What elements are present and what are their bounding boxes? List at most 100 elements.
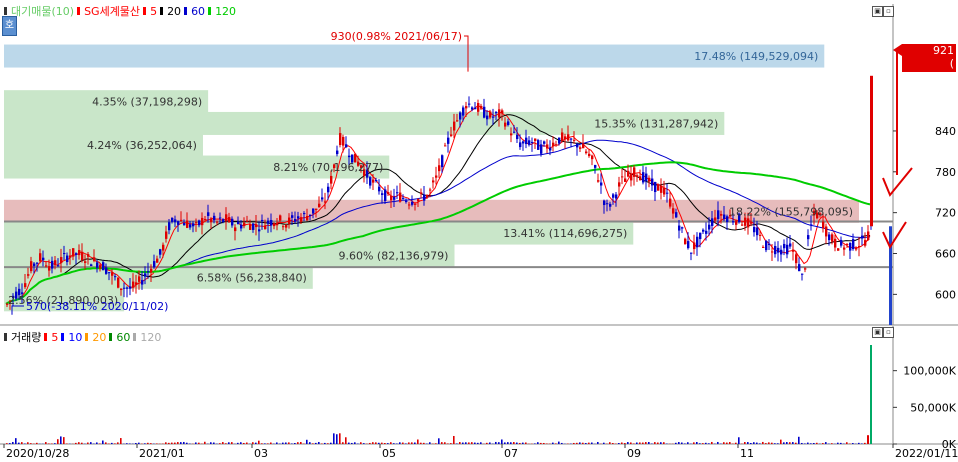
legend-item-vol120[interactable]: 120 (140, 331, 161, 344)
volume-bar (6, 443, 8, 444)
high-annotation: 930(0.98% 2021/06/17) (331, 30, 462, 43)
volume-bar (174, 442, 176, 444)
candle-body (405, 200, 408, 203)
volume-bar (144, 443, 146, 444)
candle-body (474, 107, 477, 110)
candle-body (312, 208, 315, 214)
legend-item-stock[interactable]: SG세계물산 (84, 3, 140, 19)
candle-body (108, 272, 111, 274)
volume-bar (696, 442, 698, 444)
legend-square-icon (77, 7, 81, 15)
candle-body (678, 225, 681, 231)
candle-body (174, 219, 177, 223)
legend-item-ma120[interactable]: 120 (215, 5, 236, 18)
volume-bar (297, 442, 299, 444)
candle-body (51, 260, 54, 269)
volume-bar (372, 442, 374, 444)
candle-body (552, 142, 555, 147)
volume-bar (801, 442, 803, 444)
volume-bar (120, 438, 122, 444)
volume-bar (582, 442, 584, 444)
price-chart[interactable]: 17.48% (149,529,094) 4.35% (37,198,298) 15… (0, 0, 958, 326)
legend-item-vol10[interactable]: 10 (68, 331, 82, 344)
legend-item-ma5[interactable]: 5 (150, 5, 157, 18)
volume-bar (81, 442, 83, 444)
candle-body (282, 226, 285, 228)
candle-body (402, 197, 405, 199)
restore-button[interactable]: ▣ (872, 6, 883, 17)
volume-bar (810, 443, 812, 444)
volume-bar (48, 443, 50, 444)
volume-bar (717, 441, 719, 444)
candle-body (576, 143, 579, 148)
volume-profile-label: 4.35% (37,198,298) (92, 96, 202, 109)
volume-bar (438, 438, 440, 444)
candle-body (492, 116, 495, 118)
volume-bar (342, 442, 344, 444)
legend-item-vol60[interactable]: 60 (116, 331, 130, 344)
candle-body (825, 226, 828, 237)
candle-body (33, 263, 36, 267)
volume-bar (111, 442, 113, 444)
candle-body (303, 213, 306, 215)
volume-bar (261, 443, 263, 444)
candle-body (348, 155, 351, 158)
candle-body (486, 115, 489, 120)
candle-body (234, 227, 237, 232)
volume-bar (624, 443, 626, 444)
y-tick-label: 780 (935, 166, 956, 179)
volume-profile-label: 9.60% (82,136,979) (338, 250, 448, 263)
volume-bar (852, 443, 854, 444)
legend-item-ma20[interactable]: 20 (167, 5, 181, 18)
volume-bar (681, 442, 683, 444)
candle-body (627, 170, 630, 177)
volume-bar (534, 443, 536, 444)
restore-button[interactable]: ▣ (872, 327, 883, 338)
candle-body (660, 185, 663, 193)
volume-bar (339, 433, 341, 444)
candle-body (414, 203, 417, 205)
candle-body (597, 180, 600, 182)
volume-bar (369, 442, 371, 444)
side-tab[interactable]: 호 (2, 16, 17, 36)
volume-bar (36, 442, 38, 444)
volume-bar (657, 442, 659, 444)
legend-item-vol5[interactable]: 5 (51, 331, 58, 344)
candle-body (858, 246, 861, 248)
volume-bar (291, 443, 293, 444)
legend-item-volume[interactable]: 거래량 (11, 329, 41, 345)
candle-body (822, 221, 825, 229)
candle-body (216, 221, 219, 223)
candle-body (546, 144, 549, 149)
candle-body (606, 203, 609, 205)
volume-bar (816, 442, 818, 444)
candle-body (39, 253, 42, 262)
volume-bar (219, 443, 221, 444)
volume-bar (510, 442, 512, 444)
candle-body (180, 219, 183, 222)
volume-bar (12, 442, 14, 444)
volume-bar (636, 442, 638, 444)
candle-body (633, 167, 636, 177)
candle-body (393, 196, 396, 200)
legend-item-volume-profile[interactable]: 대기매물(10) (11, 3, 74, 19)
volume-bar (399, 442, 401, 444)
volume-bar (561, 442, 563, 444)
candle-body (258, 229, 261, 232)
maximize-button[interactable]: ▫ (883, 6, 894, 17)
volume-bar (195, 442, 197, 444)
volume-bar (18, 442, 20, 444)
candle-body (666, 192, 669, 194)
candle-body (747, 218, 750, 228)
maximize-button[interactable]: ▫ (883, 327, 894, 338)
volume-bar (576, 442, 578, 444)
volume-bar (150, 443, 152, 444)
candle-body (381, 193, 384, 195)
legend-item-ma60[interactable]: 60 (191, 5, 205, 18)
volume-bar (501, 439, 503, 444)
legend-item-vol20[interactable]: 20 (92, 331, 106, 344)
candle-body (603, 200, 606, 206)
volume-chart[interactable]: 0K50,000K100,000K 2020/10/28 2021/01 03 05 0… (0, 326, 958, 462)
volume-bar (165, 442, 167, 444)
candle-body (549, 147, 552, 151)
